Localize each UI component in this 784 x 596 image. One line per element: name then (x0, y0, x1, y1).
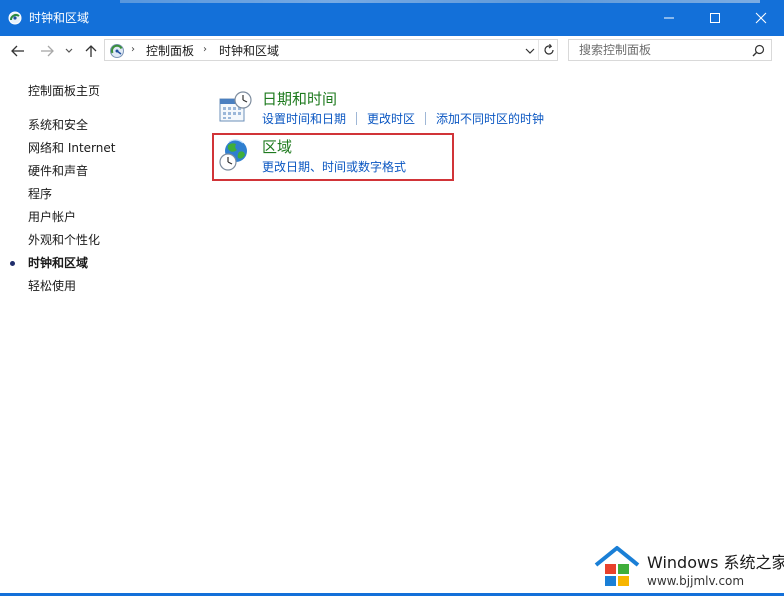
address-bar[interactable]: › 控制面板 › 时钟和区域 (104, 39, 558, 61)
category-title-date-and-time[interactable]: 日期和时间 (262, 90, 337, 108)
address-dropdown-chevron-icon[interactable] (525, 46, 535, 56)
sidebar-item-programs[interactable]: 程序 (28, 187, 52, 201)
breadcrumb-separator-icon[interactable]: › (203, 44, 207, 55)
minimize-button[interactable] (646, 0, 692, 36)
watermark-url: www.bjjmlv.com (647, 574, 745, 588)
breadcrumb-clock-and-region[interactable]: 时钟和区域 (219, 44, 279, 58)
sidebar-home-link[interactable]: 控制面板主页 (28, 84, 100, 98)
watermark-brand-text: Windows 系统之家 (647, 554, 784, 572)
up-arrow-icon[interactable] (83, 43, 99, 59)
control-panel-location-icon (110, 44, 124, 58)
sidebar-item-label: 时钟和区域 (28, 256, 89, 270)
maximize-button[interactable] (692, 0, 738, 36)
forward-arrow-icon[interactable] (39, 43, 55, 59)
close-icon (755, 12, 767, 24)
maximize-icon (710, 13, 720, 23)
link-separator (425, 112, 427, 125)
back-arrow-icon[interactable] (10, 43, 26, 59)
title-bar: 时钟和区域 (0, 0, 784, 36)
address-divider (538, 40, 539, 60)
search-box[interactable]: 搜索控制面板 (568, 39, 772, 61)
link-change-time-zone[interactable]: 更改时区 (367, 112, 415, 126)
link-set-time-and-date[interactable]: 设置时间和日期 (262, 112, 346, 126)
search-icon[interactable] (752, 44, 765, 57)
calendar-clock-icon (219, 91, 252, 122)
refresh-icon[interactable] (542, 43, 556, 57)
category-links-date-and-time: 设置时间和日期 更改时区 添加不同时区的时钟 (262, 112, 544, 126)
watermark-brand: Windows (647, 553, 719, 572)
control-panel-app-icon (8, 11, 22, 25)
search-placeholder[interactable]: 搜索控制面板 (579, 43, 651, 57)
sidebar-item-appearance[interactable]: 外观和个性化 (28, 233, 100, 247)
link-separator (356, 112, 358, 125)
sidebar-item-clock-and-region[interactable]: 时钟和区域 (0, 256, 200, 272)
house-windows-logo-icon (594, 546, 640, 586)
sidebar-item-ease-of-access[interactable]: 轻松使用 (28, 279, 76, 293)
recent-locations-chevron-icon[interactable] (64, 43, 74, 59)
breadcrumb-separator-icon[interactable]: › (131, 44, 135, 55)
sidebar-item-user-accounts[interactable]: 用户帐户 (28, 210, 76, 224)
sidebar-item-hardware-and-sound[interactable]: 硬件和声音 (28, 164, 88, 178)
navigation-bar: › 控制面板 › 时钟和区域 搜索控制面板 (0, 36, 784, 66)
category-date-and-time: 日期和时间 设置时间和日期 更改时区 添加不同时区的时钟 (218, 90, 558, 130)
active-item-bullet-icon (10, 261, 15, 266)
watermark: Windows 系统之家 www.bjjmlv.com (593, 545, 784, 593)
breadcrumb-control-panel[interactable]: 控制面板 (146, 44, 194, 58)
minimize-icon (664, 17, 674, 19)
region-highlight-box (212, 133, 454, 181)
watermark-site-name: 系统之家 (723, 553, 784, 572)
sidebar-item-network-and-internet[interactable]: 网络和 Internet (28, 141, 115, 155)
window-title: 时钟和区域 (29, 11, 90, 25)
link-add-clocks[interactable]: 添加不同时区的时钟 (436, 112, 544, 126)
close-button[interactable] (738, 0, 784, 36)
sidebar-item-system-and-security[interactable]: 系统和安全 (28, 118, 88, 132)
